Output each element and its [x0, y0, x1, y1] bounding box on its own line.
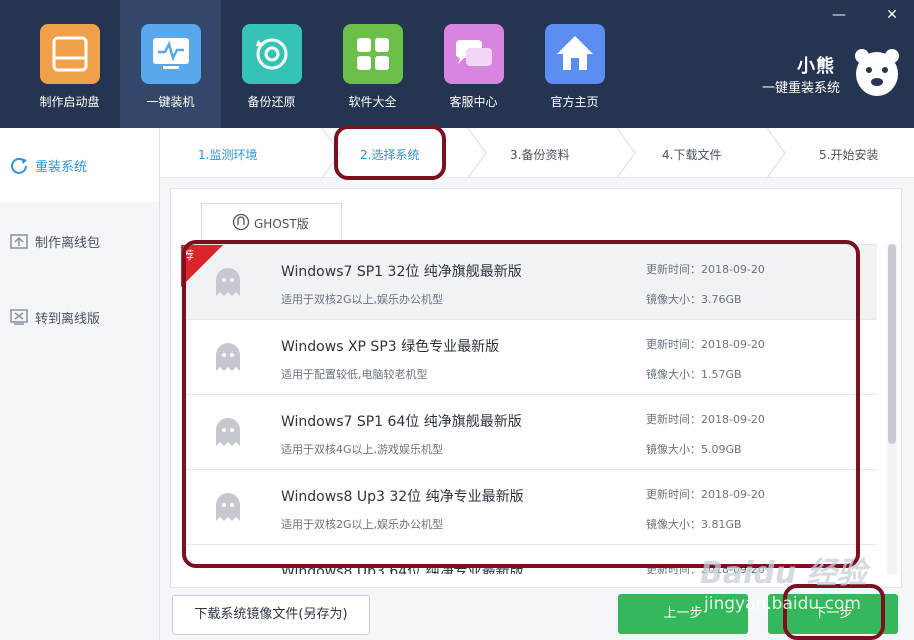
download-image-button[interactable]: 下载系统镜像文件(另存为) [172, 595, 370, 635]
nav-item-homepage[interactable]: 官方主页 [524, 0, 625, 128]
nav-item-boot-disk[interactable]: 制作启动盘 [19, 0, 120, 128]
top-bar: 制作启动盘 一键装机 备份还原 软件大全 客服中心 官方主页 — ✕ 小熊 一键… [0, 0, 914, 128]
sidebar-item-offline-package[interactable]: 制作离线包 [0, 204, 159, 278]
ghost-icon [215, 417, 241, 447]
nav-label: 备份还原 [247, 95, 296, 109]
monitor-pulse-icon [141, 24, 201, 84]
scroll-thumb[interactable] [888, 244, 896, 444]
scrollbar[interactable] [887, 244, 897, 574]
system-size: 镜像大小：3.76GB [646, 293, 742, 306]
upload-icon [10, 232, 28, 250]
list-item[interactable]: Windows8 Up3 32位 纯净专业最新版 适用于双核2G以上,娱乐办公机… [181, 470, 877, 545]
ghost-tab-icon [232, 213, 250, 231]
watermark-main: Baidu 经验 [700, 556, 867, 591]
recommended-badge: 荐 [181, 245, 223, 287]
box-x-icon [10, 308, 28, 326]
nav-label: 制作启动盘 [39, 95, 100, 109]
tab-label: GHOST版 [254, 217, 309, 231]
home-icon [545, 24, 605, 84]
tab-ghost[interactable]: GHOST版 [201, 203, 342, 241]
list-item[interactable]: Windows7 SP1 32位 纯净旗舰最新版 适用于双核2G以上,娱乐办公机… [181, 245, 877, 320]
step-separator-icon [467, 128, 487, 178]
system-size: 镜像大小：1.57GB [646, 368, 742, 381]
step-5: 5.开始安装 [819, 148, 879, 162]
step-3: 3.备份资料 [510, 148, 570, 162]
system-list: Windows7 SP1 32位 纯净旗舰最新版 适用于双核2G以上,娱乐办公机… [181, 244, 877, 574]
system-title: Windows7 SP1 64位 纯净旗舰最新版 [281, 414, 522, 430]
watermark-url: jingyan.baidu.com [704, 594, 861, 614]
sidebar: 重装系统 制作离线包 转到离线版 [0, 128, 160, 640]
step-separator-icon [616, 128, 636, 178]
restore-icon [242, 24, 302, 84]
chat-icon [444, 24, 504, 84]
system-title: Windows7 SP1 32位 纯净旗舰最新版 [281, 264, 522, 280]
nav-label: 软件大全 [348, 95, 397, 109]
system-panel: GHOST版 Windows7 SP1 32位 纯净旗舰最新版 适用于双核2G以… [170, 188, 902, 588]
sidebar-item-reinstall[interactable]: 重装系统 [0, 128, 159, 202]
system-date: 更新时间：2018-09-20 [646, 413, 765, 426]
system-title: Windows8 Up3 32位 纯净专业最新版 [281, 489, 524, 505]
brand-subtitle: 一键重装系统 [762, 81, 841, 96]
step-separator-icon [766, 128, 786, 178]
brand-name: 小熊 [797, 56, 835, 77]
step-separator-icon [321, 128, 341, 178]
badge-text: 荐 [183, 249, 194, 262]
system-size: 镜像大小：3.81GB [646, 518, 742, 531]
nav-item-support[interactable]: 客服中心 [423, 0, 524, 128]
refresh-icon [10, 156, 28, 174]
system-date: 更新时间：2018-09-20 [646, 263, 765, 276]
nav-item-software[interactable]: 软件大全 [322, 0, 423, 128]
step-progress: 1.监测环境 2.选择系统 3.备份资料 4.下载文件 5.开始安装 [160, 128, 914, 178]
list-item[interactable]: Windows7 SP1 64位 纯净旗舰最新版 适用于双核4G以上,游戏娱乐机… [181, 395, 877, 470]
list-item[interactable]: Windows XP SP3 绿色专业最新版 适用于配置较低,电脑较老机型 更新… [181, 320, 877, 395]
nav-item-backup-restore[interactable]: 备份还原 [221, 0, 322, 128]
system-title: Windows8 Up3 64位 纯净专业最新版 [281, 564, 524, 574]
system-title: Windows XP SP3 绿色专业最新版 [281, 339, 500, 355]
system-desc: 适用于配置较低,电脑较老机型 [281, 368, 428, 381]
system-size: 镜像大小：5.09GB [646, 443, 742, 456]
system-desc: 适用于双核4G以上,游戏娱乐机型 [281, 443, 444, 456]
system-desc: 适用于双核2G以上,娱乐办公机型 [281, 293, 444, 306]
nav-label: 客服中心 [449, 95, 498, 109]
minimize-button[interactable]: — [830, 6, 848, 24]
nav-item-one-click-install[interactable]: 一键装机 [120, 0, 221, 128]
system-date: 更新时间：2018-09-20 [646, 338, 765, 351]
sidebar-item-offline-version[interactable]: 转到离线版 [0, 280, 159, 354]
ghost-icon [215, 342, 241, 372]
nav-label: 官方主页 [550, 95, 599, 109]
system-desc: 适用于双核2G以上,娱乐办公机型 [281, 518, 444, 531]
ghost-icon [215, 492, 241, 522]
sidebar-item-label: 重装系统 [35, 160, 88, 175]
apps-grid-icon [343, 24, 403, 84]
step-4: 4.下载文件 [662, 148, 722, 162]
usb-drive-icon [40, 24, 100, 84]
close-button[interactable]: ✕ [883, 6, 901, 24]
bear-logo-icon [852, 44, 902, 100]
sidebar-item-label: 转到离线版 [35, 312, 101, 327]
step-1: 1.监测环境 [198, 148, 258, 162]
step-2: 2.选择系统 [360, 148, 420, 162]
nav-label: 一键装机 [146, 95, 195, 109]
sidebar-item-label: 制作离线包 [35, 236, 101, 251]
system-date: 更新时间：2018-09-20 [646, 488, 765, 501]
watermark: Baidu 经验 jingyan.baidu.com [700, 540, 900, 636]
